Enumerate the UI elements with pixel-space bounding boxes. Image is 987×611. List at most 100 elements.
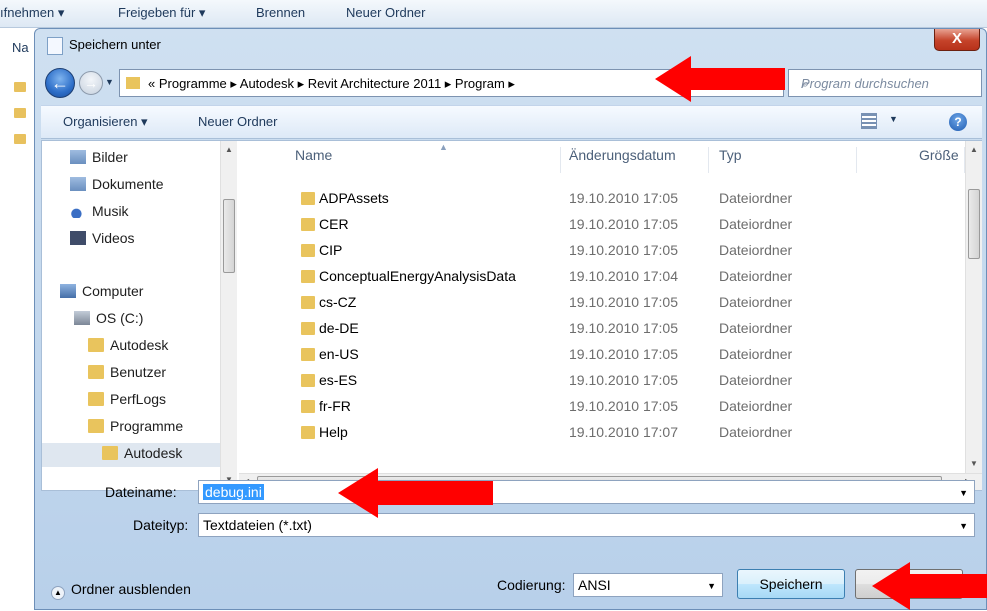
- file-date: 19.10.2010 17:05: [569, 242, 678, 258]
- bg-toolbar-item-freigeben[interactable]: Freigeben für ▾: [118, 5, 205, 21]
- help-icon[interactable]: ?: [949, 113, 967, 131]
- breadcrumb[interactable]: « Programme ▸ Autodesk ▸ Revit Architect…: [148, 76, 515, 92]
- chevron-down-icon[interactable]: ▼: [959, 521, 968, 531]
- nav-item-label: Bilder: [92, 149, 128, 165]
- folder-icon: [102, 446, 118, 460]
- filename-value[interactable]: debug.ini: [203, 484, 264, 500]
- chevron-down-icon[interactable]: ▼: [707, 581, 716, 591]
- nav-item-drive-c[interactable]: OS (C:): [74, 310, 143, 332]
- file-date: 19.10.2010 17:05: [569, 346, 678, 362]
- folder-icon: [301, 426, 315, 439]
- column-header-name[interactable]: Name: [239, 147, 561, 173]
- videos-library-icon: [70, 231, 86, 245]
- file-type: Dateiordner: [719, 190, 793, 206]
- column-header-size[interactable]: Größe: [857, 147, 965, 173]
- scroll-up-icon[interactable]: ▲: [225, 145, 233, 154]
- file-row[interactable]: fr-FR 19.10.2010 17:05 Dateiordner: [239, 394, 965, 420]
- view-options-icon[interactable]: [861, 113, 877, 129]
- nav-item-autodesk[interactable]: Autodesk: [88, 337, 168, 359]
- annotation-arrow-address: [655, 56, 785, 102]
- save-button[interactable]: Speichern: [737, 569, 845, 599]
- file-row[interactable]: de-DE 19.10.2010 17:05 Dateiordner: [239, 316, 965, 342]
- folder-icon: [301, 270, 315, 283]
- folder-icon: [126, 77, 140, 89]
- file-row[interactable]: cs-CZ 19.10.2010 17:05 Dateiordner: [239, 290, 965, 316]
- command-bar: Organisieren ▾ Neuer Ordner ▼ ?: [41, 105, 982, 139]
- folder-icon: [14, 82, 26, 92]
- folder-icon: [88, 419, 104, 433]
- background-nav-pane: Na: [0, 28, 38, 610]
- annotation-arrow-save: [872, 562, 987, 610]
- folder-icon: [301, 218, 315, 231]
- forward-button[interactable]: →: [79, 71, 103, 95]
- back-button[interactable]: ←: [45, 68, 75, 98]
- dialog-icon: [47, 37, 63, 55]
- file-list-vertical-scrollbar[interactable]: ▲ ▼: [965, 141, 982, 473]
- file-name: cs-CZ: [319, 294, 357, 310]
- bg-toolbar-item-neuer-ordner[interactable]: Neuer Ordner: [346, 5, 425, 20]
- scroll-up-icon[interactable]: ▲: [970, 145, 978, 154]
- file-row[interactable]: ConceptualEnergyAnalysisData 19.10.2010 1…: [239, 264, 965, 290]
- file-name: CER: [319, 216, 349, 232]
- nav-scrollbar[interactable]: ▲ ▼: [220, 141, 237, 490]
- filetype-value: Textdateien (*.txt): [203, 517, 312, 533]
- nav-item-musik[interactable]: Musik: [70, 203, 129, 225]
- search-input[interactable]: Program durchsuchen ⌕: [788, 69, 982, 97]
- file-type: Dateiordner: [719, 216, 793, 232]
- file-row[interactable]: ADPAssets 19.10.2010 17:05 Dateiordner: [239, 186, 965, 212]
- nav-item-autodesk-selected[interactable]: Autodesk: [42, 443, 220, 467]
- file-name: ADPAssets: [319, 190, 389, 206]
- organize-button[interactable]: Organisieren ▾: [63, 114, 148, 130]
- nav-scroll-thumb[interactable]: [223, 199, 235, 273]
- bg-nav-label: Na: [12, 40, 29, 55]
- folder-icon: [301, 400, 315, 413]
- file-type: Dateiordner: [719, 398, 793, 414]
- filetype-select[interactable]: Textdateien (*.txt) ▼: [198, 513, 975, 537]
- nav-item-dokumente[interactable]: Dokumente: [70, 176, 164, 198]
- navigation-bar: ← → ▼ « Programme ▸ Autodesk ▸ Revit Arc…: [41, 65, 982, 103]
- folder-icon: [88, 365, 104, 379]
- encoding-select[interactable]: ANSI ▼: [573, 573, 723, 597]
- file-row[interactable]: CER 19.10.2010 17:05 Dateiordner: [239, 212, 965, 238]
- history-dropdown-icon[interactable]: ▼: [105, 77, 114, 87]
- nav-item-programme[interactable]: Programme: [88, 418, 183, 440]
- column-header-type[interactable]: Typ: [709, 147, 857, 173]
- nav-item-benutzer[interactable]: Benutzer: [88, 364, 166, 386]
- nav-item-videos[interactable]: Videos: [70, 230, 135, 252]
- column-header-date[interactable]: Änderungsdatum: [561, 147, 709, 173]
- file-row[interactable]: Help 19.10.2010 17:07 Dateiordner: [239, 420, 965, 446]
- filename-field[interactable]: debug.ini ▼: [198, 480, 975, 504]
- hide-folders-button[interactable]: ▲ Ordner ausblenden: [51, 581, 191, 600]
- search-icon[interactable]: ⌕: [801, 76, 975, 92]
- chevron-down-icon[interactable]: ▼: [889, 114, 898, 124]
- scroll-down-icon[interactable]: ▼: [970, 459, 978, 468]
- file-date: 19.10.2010 17:05: [569, 216, 678, 232]
- nav-item-perflogs[interactable]: PerfLogs: [88, 391, 166, 413]
- chevron-down-icon[interactable]: ▼: [959, 488, 968, 498]
- file-row[interactable]: en-US 19.10.2010 17:05 Dateiordner: [239, 342, 965, 368]
- vertical-scroll-thumb[interactable]: [968, 189, 980, 259]
- computer-icon: [60, 284, 76, 298]
- bg-toolbar-item-brennen[interactable]: Brennen: [256, 5, 305, 20]
- folder-icon: [301, 322, 315, 335]
- file-date: 19.10.2010 17:07: [569, 424, 678, 440]
- filename-label: Dateiname:: [105, 484, 177, 500]
- folder-icon: [88, 338, 104, 352]
- file-row[interactable]: CIP 19.10.2010 17:05 Dateiordner: [239, 238, 965, 264]
- file-date: 19.10.2010 17:04: [569, 268, 678, 284]
- title-bar[interactable]: Speichern unter X: [35, 29, 986, 65]
- nav-item-bilder[interactable]: Bilder: [70, 149, 128, 171]
- close-button[interactable]: X: [934, 29, 980, 51]
- filetype-label: Dateityp:: [133, 517, 189, 533]
- navigation-pane: Bilder Dokumente Musik Videos Computer O…: [42, 141, 238, 490]
- background-toolbar: ıfnehmen ▾ Freigeben für ▾ Brennen Neuer…: [0, 0, 987, 28]
- file-row[interactable]: es-ES 19.10.2010 17:05 Dateiordner: [239, 368, 965, 394]
- file-date: 19.10.2010 17:05: [569, 372, 678, 388]
- nav-item-label: Autodesk: [110, 337, 169, 353]
- nav-item-computer[interactable]: Computer: [60, 283, 143, 305]
- new-folder-button[interactable]: Neuer Ordner: [198, 114, 277, 129]
- folder-icon: [301, 374, 315, 387]
- bg-toolbar-item-aufnehmen[interactable]: ıfnehmen ▾: [0, 5, 64, 21]
- file-name: ConceptualEnergyAnalysisData: [319, 268, 516, 284]
- encoding-value: ANSI: [578, 577, 611, 593]
